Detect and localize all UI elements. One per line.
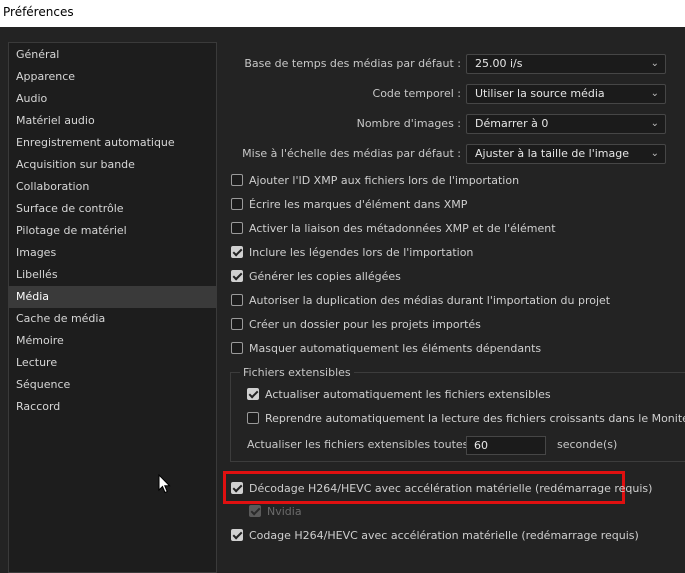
- duplicate-label: Autoriser la duplication des médias dura…: [249, 294, 611, 307]
- frame-count-select[interactable]: Démarrer à 0 ⌄: [466, 114, 666, 134]
- refresh-interval-input[interactable]: 60: [466, 436, 546, 455]
- sidebar-item-media-cache[interactable]: Cache de média: [9, 308, 216, 330]
- chevron-down-icon: ⌄: [650, 58, 659, 69]
- xmp-link-checkbox[interactable]: [231, 222, 243, 234]
- hw-decode-checkbox[interactable]: [231, 482, 243, 494]
- refresh-interval-unit: seconde(s): [557, 438, 618, 451]
- captions-checkbox[interactable]: [231, 246, 243, 258]
- frame-count-value: Démarrer à 0: [475, 117, 549, 130]
- sidebar-item-audio[interactable]: Audio: [9, 88, 216, 110]
- resume-playback-checkbox[interactable]: [247, 412, 259, 424]
- timebase-label: Base de temps des médias par défaut :: [244, 57, 461, 70]
- preferences-sidebar: Général Apparence Audio Matériel audio E…: [8, 42, 217, 573]
- resume-playback-label: Reprendre automatiquement la lecture des…: [265, 412, 685, 425]
- sidebar-item-device-control[interactable]: Pilotage de matériel: [9, 220, 216, 242]
- sidebar-item-graphics[interactable]: Images: [9, 242, 216, 264]
- xmp-id-label: Ajouter l'ID XMP aux fichiers lors de l'…: [249, 174, 520, 187]
- resume-playback-checkbox-row[interactable]: Reprendre automatiquement la lecture des…: [247, 410, 685, 428]
- sidebar-item-sequence[interactable]: Séquence: [9, 374, 216, 396]
- hide-dependents-checkbox[interactable]: [231, 342, 243, 354]
- sidebar-item-auto-save[interactable]: Enregistrement automatique: [9, 132, 216, 154]
- hw-encode-checkbox[interactable]: [231, 529, 243, 541]
- growing-files-legend: Fichiers extensibles: [240, 366, 354, 379]
- xmp-link-label: Activer la liaison des métadonnées XMP e…: [249, 222, 556, 235]
- xmp-id-checkbox[interactable]: [231, 174, 243, 186]
- chevron-down-icon: ⌄: [650, 148, 659, 159]
- peak-files-label: Générer les copies allégées: [249, 270, 401, 283]
- sidebar-item-memory[interactable]: Mémoire: [9, 330, 216, 352]
- folder-checkbox[interactable]: [231, 318, 243, 330]
- hide-dependents-label: Masquer automatiquement les éléments dép…: [249, 342, 542, 355]
- timebase-select[interactable]: 25.00 i/s ⌄: [466, 54, 666, 74]
- mouse-cursor-icon: [158, 474, 171, 494]
- timebase-value: 25.00 i/s: [475, 57, 523, 70]
- hw-encode-label: Codage H264/HEVC avec accélération matér…: [249, 529, 639, 542]
- timecode-select[interactable]: Utiliser la source média ⌄: [466, 84, 666, 104]
- frame-count-label: Nombre d'images :: [356, 117, 461, 130]
- sidebar-item-audio-hardware[interactable]: Matériel audio: [9, 110, 216, 132]
- sidebar-item-collaboration[interactable]: Collaboration: [9, 176, 216, 198]
- sidebar-item-capture[interactable]: Acquisition sur bande: [9, 154, 216, 176]
- nvidia-checkbox: [249, 505, 261, 517]
- scaling-select[interactable]: Ajuster à la taille de l'image ⌄: [466, 144, 666, 164]
- sidebar-item-playback[interactable]: Lecture: [9, 352, 216, 374]
- sidebar-item-trim[interactable]: Raccord: [9, 396, 216, 418]
- scaling-label: Mise à l'échelle des médias par défaut :: [242, 147, 461, 160]
- sidebar-item-media[interactable]: Média: [9, 286, 216, 308]
- refresh-interval-label: Actualiser les fichiers extensibles tout…: [247, 438, 488, 451]
- clip-markers-label: Écrire les marques d'élément dans XMP: [249, 198, 468, 211]
- nvidia-label: Nvidia: [267, 505, 302, 518]
- auto-refresh-checkbox[interactable]: [247, 388, 259, 400]
- peak-files-checkbox[interactable]: [231, 270, 243, 282]
- sidebar-item-control-surface[interactable]: Surface de contrôle: [9, 198, 216, 220]
- clip-markers-checkbox[interactable]: [231, 198, 243, 210]
- scaling-value: Ajuster à la taille de l'image: [475, 147, 629, 160]
- chevron-down-icon: ⌄: [650, 118, 659, 129]
- window-title: Préférences: [0, 0, 685, 27]
- sidebar-item-appearance[interactable]: Apparence: [9, 66, 216, 88]
- auto-refresh-label: Actualiser automatiquement les fichiers …: [265, 388, 551, 401]
- chevron-down-icon: ⌄: [650, 88, 659, 99]
- sidebar-item-general[interactable]: Général: [9, 44, 216, 66]
- duplicate-checkbox[interactable]: [231, 294, 243, 306]
- timecode-value: Utiliser la source média: [475, 87, 605, 100]
- hw-decode-label: Décodage H264/HEVC avec accélération mat…: [249, 482, 653, 495]
- captions-label: Inclure les légendes lors de l'importati…: [249, 246, 474, 259]
- timecode-label: Code temporel :: [372, 87, 461, 100]
- folder-label: Créer un dossier pour les projets import…: [249, 318, 481, 331]
- sidebar-item-labels[interactable]: Libellés: [9, 264, 216, 286]
